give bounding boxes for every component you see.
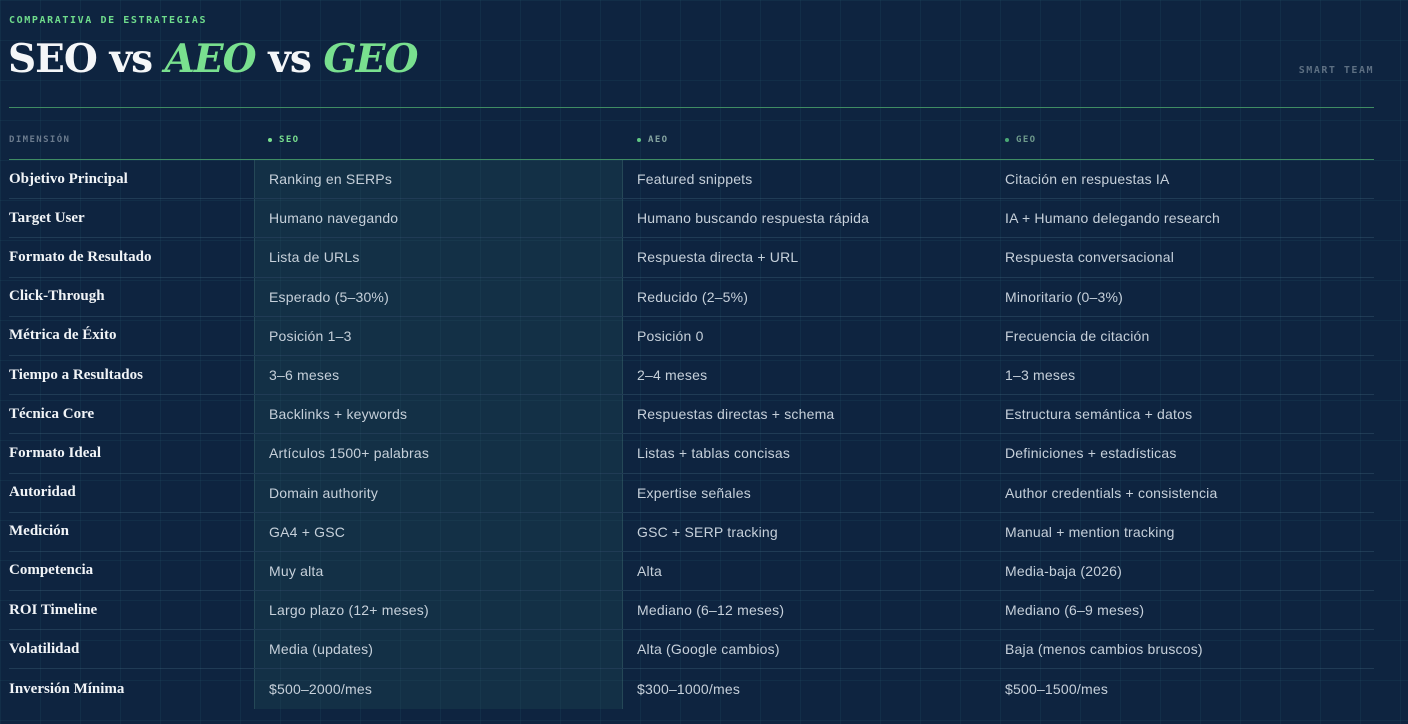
column-header-seo-label: SEO bbox=[279, 134, 300, 145]
seo-dot-icon bbox=[268, 137, 272, 142]
title-vs-1: vs bbox=[96, 36, 165, 82]
table-row: Objetivo Principal Ranking en SERPs Featur… bbox=[9, 160, 1374, 200]
column-header-aeo-label: AEO bbox=[648, 134, 669, 145]
cell-seo: Humano navegando bbox=[254, 199, 623, 238]
column-header-aeo: AEO bbox=[623, 135, 991, 145]
cell-dimension: Click-Through bbox=[9, 288, 105, 305]
cell-aeo: Alta bbox=[637, 562, 662, 579]
table-row: Volatilidad Media (updates) Alta (Google c… bbox=[9, 630, 1374, 670]
cell-aeo: 2–4 meses bbox=[637, 367, 708, 384]
cell-geo: IA + Humano delegando research bbox=[1005, 210, 1220, 227]
cell-geo: Respuesta conversacional bbox=[1005, 249, 1175, 266]
cell-aeo: Listas + tablas concisas bbox=[637, 445, 791, 462]
table-row: Competencia Muy alta Alta Media-baja (2026) bbox=[9, 551, 1374, 592]
cell-aeo: Humano buscando respuesta rápida bbox=[637, 210, 870, 227]
cell-dimension: Objetivo Principal bbox=[9, 170, 128, 187]
cell-dimension: Inversión Mínima bbox=[9, 680, 125, 697]
cell-seo: Posición 1–3 bbox=[254, 316, 623, 355]
cell-geo: Baja (menos cambios bruscos) bbox=[1005, 641, 1203, 658]
title-seo: SEO bbox=[8, 36, 98, 82]
geo-dot-icon bbox=[1005, 137, 1009, 142]
cell-aeo: Expertise señales bbox=[637, 484, 751, 501]
comparison-table: DIMENSIÓN SEO AEO GEO Objetivo Principal… bbox=[9, 120, 1374, 709]
column-header-dimension: DIMENSIÓN bbox=[9, 134, 71, 145]
cell-seo: Esperado (5–30%) bbox=[254, 277, 623, 316]
cell-seo: Ranking en SERPs bbox=[254, 160, 623, 199]
cell-geo: Media-baja (2026) bbox=[1005, 562, 1123, 579]
cell-seo: Domain authority bbox=[254, 473, 623, 512]
title-geo: GEO bbox=[323, 36, 418, 82]
cell-geo: Estructura semántica + datos bbox=[1005, 406, 1193, 423]
table-row: Métrica de Éxito Posición 1–3 Posición 0 Fr… bbox=[9, 316, 1374, 356]
table-row: Tiempo a Resultados 3–6 meses 2–4 meses 1–3… bbox=[9, 355, 1374, 396]
cell-dimension: ROI Timeline bbox=[9, 601, 98, 618]
cell-dimension: Volatilidad bbox=[9, 640, 80, 657]
cell-seo: Muy alta bbox=[254, 551, 623, 591]
table-row: Autoridad Domain authority Expertise señal… bbox=[9, 473, 1374, 513]
cell-geo: Definiciones + estadísticas bbox=[1005, 445, 1177, 462]
cell-dimension: Competencia bbox=[9, 562, 94, 579]
cell-aeo: Reducido (2–5%) bbox=[637, 288, 749, 305]
cell-geo: 1–3 meses bbox=[1005, 367, 1076, 384]
cell-seo: Lista de URLs bbox=[254, 238, 623, 277]
table-row: Click-Through Esperado (5–30%) Reducido (2… bbox=[9, 277, 1374, 317]
cell-dimension: Medición bbox=[9, 523, 69, 540]
cell-geo: Manual + mention tracking bbox=[1005, 523, 1175, 540]
cell-dimension: Formato de Resultado bbox=[9, 248, 152, 265]
column-header-geo: GEO bbox=[991, 135, 1374, 145]
cell-dimension: Autoridad bbox=[9, 484, 76, 501]
table-row: Inversión Mínima $500–2000/mes $300–1000/m… bbox=[9, 669, 1374, 709]
title-vs-2: vs bbox=[255, 36, 324, 82]
cell-aeo: Respuestas directas + schema bbox=[637, 406, 835, 423]
title-aeo: AEO bbox=[164, 36, 257, 82]
cell-dimension: Target User bbox=[9, 209, 85, 226]
table-row: Formato Ideal Artículos 1500+ palabras Lis… bbox=[9, 434, 1374, 474]
cell-dimension: Tiempo a Resultados bbox=[9, 366, 143, 383]
table-row: ROI Timeline Largo plazo (12+ meses) Media… bbox=[9, 591, 1374, 631]
table-row: Técnica Core Backlinks + keywords Respuest… bbox=[9, 395, 1374, 435]
header-divider bbox=[9, 107, 1374, 108]
cell-aeo: Mediano (6–12 meses) bbox=[637, 602, 785, 619]
cell-aeo: GSC + SERP tracking bbox=[637, 523, 778, 540]
table-row: Target User Humano navegando Humano buscan… bbox=[9, 199, 1374, 239]
cell-seo: Backlinks + keywords bbox=[254, 395, 623, 434]
cell-seo: Media (updates) bbox=[254, 630, 623, 669]
cell-geo: Citación en respuestas IA bbox=[1005, 171, 1170, 188]
cell-seo: Largo plazo (12+ meses) bbox=[254, 591, 623, 630]
cell-aeo: $300–1000/mes bbox=[637, 681, 741, 698]
cell-aeo: Alta (Google cambios) bbox=[637, 641, 780, 658]
cell-geo: Frecuencia de citación bbox=[1005, 327, 1150, 344]
aeo-dot-icon bbox=[637, 137, 641, 142]
cell-dimension: Técnica Core bbox=[9, 405, 95, 422]
table-body: Objetivo Principal Ranking en SERPs Featur… bbox=[9, 160, 1374, 709]
cell-geo: $500–1500/mes bbox=[1005, 681, 1109, 698]
table-header-row: DIMENSIÓN SEO AEO GEO bbox=[9, 120, 1374, 160]
cell-geo: Minoritario (0–3%) bbox=[1005, 288, 1123, 305]
cell-aeo: Posición 0 bbox=[637, 327, 704, 344]
cell-geo: Mediano (6–9 meses) bbox=[1005, 602, 1145, 619]
column-header-geo-label: GEO bbox=[1016, 134, 1037, 145]
cell-dimension: Métrica de Éxito bbox=[9, 327, 117, 344]
cell-seo: $500–2000/mes bbox=[254, 669, 623, 709]
cell-seo: 3–6 meses bbox=[254, 355, 623, 395]
cell-aeo: Featured snippets bbox=[637, 171, 753, 188]
column-header-seo: SEO bbox=[254, 135, 623, 145]
cell-dimension: Formato Ideal bbox=[9, 444, 102, 461]
page-title: SEO vs AEO vs GEO bbox=[8, 36, 418, 82]
cell-seo: GA4 + GSC bbox=[254, 512, 623, 551]
cell-geo: Author credentials + consistencia bbox=[1005, 484, 1218, 501]
cell-seo: Artículos 1500+ palabras bbox=[254, 434, 623, 473]
cell-aeo: Respuesta directa + URL bbox=[637, 249, 799, 266]
table-row: Medición GA4 + GSC GSC + SERP tracking Manu… bbox=[9, 512, 1374, 552]
eyebrow-label: COMPARATIVA DE ESTRATEGIAS bbox=[9, 15, 208, 26]
brand-label: SMART TEAM bbox=[1298, 65, 1374, 76]
table-row: Formato de Resultado Lista de URLs Respues… bbox=[9, 238, 1374, 278]
